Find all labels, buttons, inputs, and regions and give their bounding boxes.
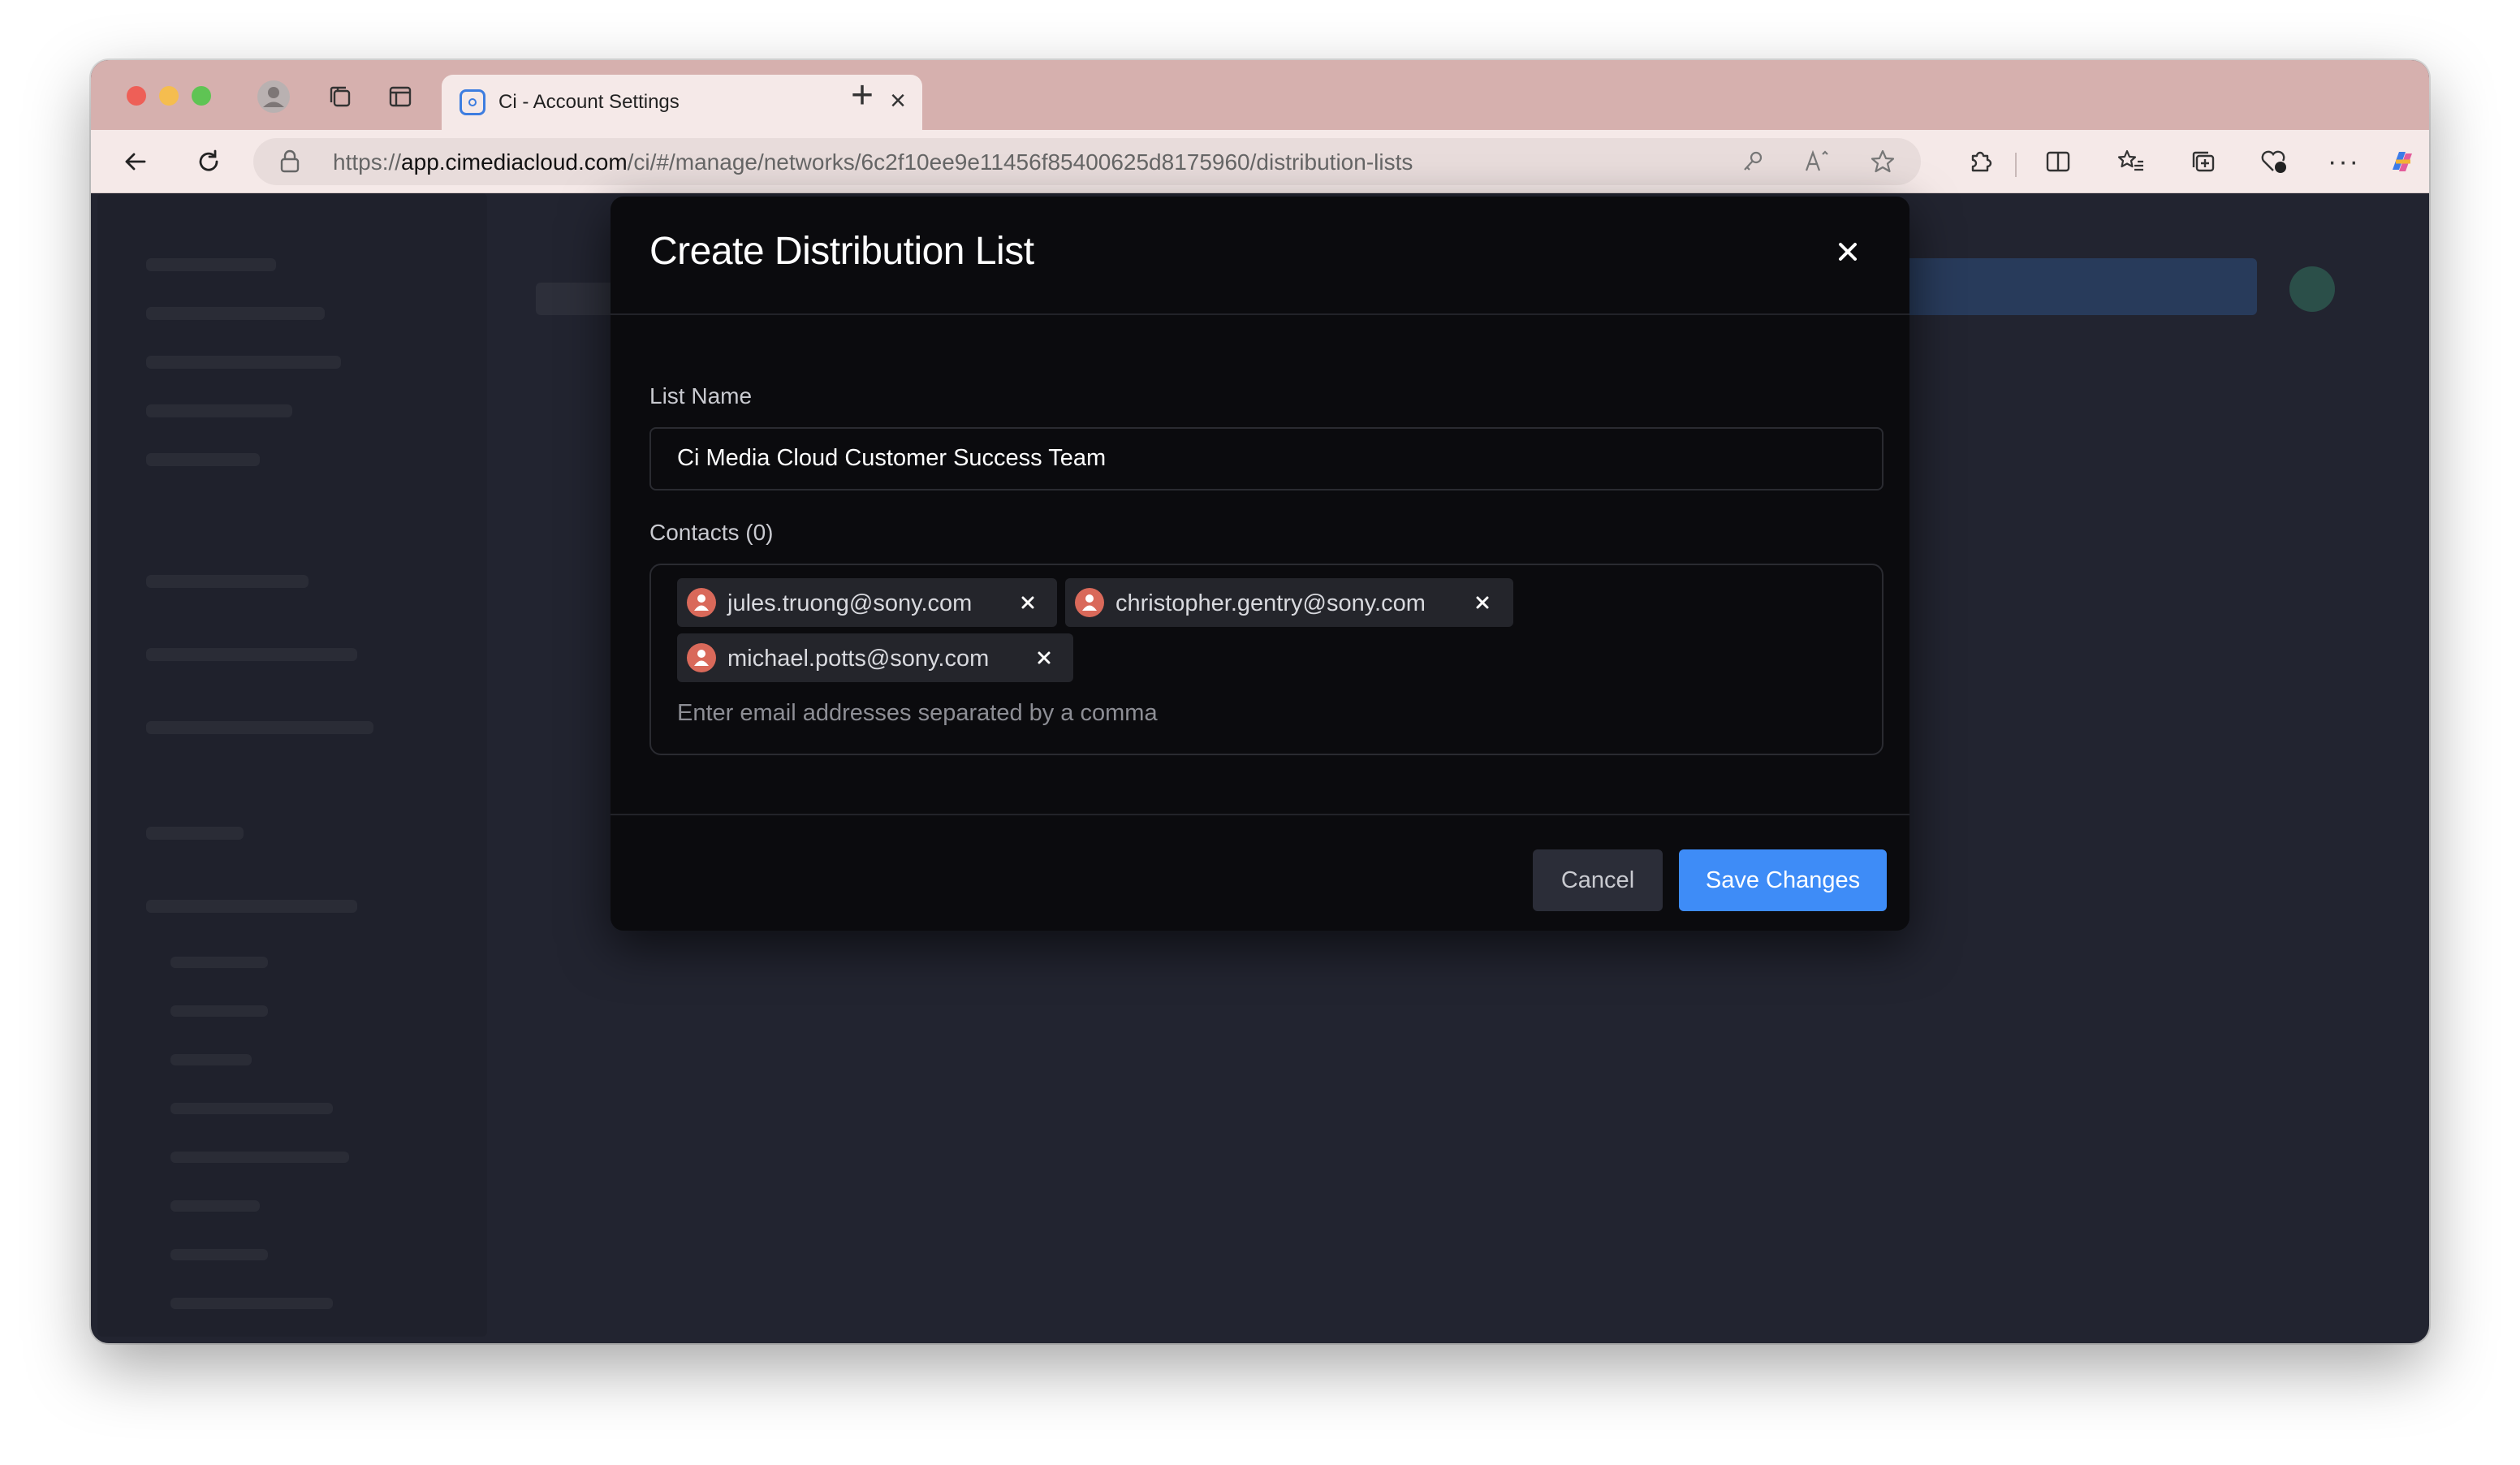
browser-window: Ci - Account Settings × + https://app.ci… — [91, 60, 2429, 1343]
minimize-window-button[interactable] — [159, 86, 179, 106]
browser-toolbar: https://app.cimediacloud.com/ci/#/manage… — [91, 130, 2429, 193]
performance-icon[interactable] — [2255, 143, 2293, 180]
zoom-window-button[interactable] — [192, 86, 211, 106]
copilot-icon[interactable] — [2384, 143, 2421, 180]
refresh-icon[interactable] — [190, 143, 227, 180]
close-icon[interactable] — [1832, 236, 1864, 268]
contact-chip: michael.potts@sony.com — [677, 633, 1073, 682]
user-icon — [1075, 588, 1104, 617]
background-nav-item — [170, 1103, 333, 1114]
extensions-icon[interactable] — [1961, 143, 1999, 180]
lock-icon[interactable] — [279, 149, 300, 178]
remove-contact-icon[interactable] — [1033, 646, 1055, 669]
list-name-label: List Name — [649, 383, 753, 408]
favorites-icon[interactable] — [2112, 143, 2150, 180]
background-avatar — [2289, 266, 2335, 312]
remove-contact-icon[interactable] — [1016, 591, 1039, 614]
footer-divider — [611, 814, 1909, 815]
create-distribution-list-modal: Create Distribution List List Name Ci Me… — [611, 197, 1909, 931]
background-nav-item — [146, 827, 244, 840]
contact-email: christopher.gentry@sony.com — [1115, 590, 1426, 616]
contacts-label: Contacts (0) — [649, 520, 774, 545]
background-nav-item — [146, 356, 341, 369]
background-nav-item — [146, 721, 373, 734]
list-name-input[interactable]: Ci Media Cloud Customer Success Team — [649, 427, 1884, 490]
background-nav-item — [170, 1249, 268, 1260]
background-nav-item — [146, 453, 260, 466]
save-changes-button[interactable]: Save Changes — [1679, 849, 1887, 911]
contact-chip: jules.truong@sony.com — [677, 578, 1057, 627]
url-text: https://app.cimediacloud.com/ci/#/manage… — [333, 149, 1413, 175]
toolbar-divider — [2015, 153, 2017, 177]
contact-email: michael.potts@sony.com — [727, 646, 990, 672]
url-path: /ci/#/manage/networks/6c2f10ee9e11456f85… — [627, 149, 1413, 175]
background-nav-item — [170, 1200, 260, 1212]
list-name-value: Ci Media Cloud Customer Success Team — [677, 445, 1107, 471]
background-nav-item — [170, 1298, 333, 1309]
split-screen-icon[interactable] — [2039, 143, 2077, 180]
collections-icon[interactable] — [2184, 143, 2221, 180]
close-icon[interactable]: × — [890, 84, 906, 117]
header-divider — [611, 313, 1909, 315]
background-nav-item — [170, 1054, 252, 1065]
cancel-button[interactable]: Cancel — [1533, 849, 1663, 911]
new-tab-icon[interactable]: + — [851, 73, 874, 119]
user-icon — [687, 643, 716, 672]
background-nav-item — [146, 307, 325, 320]
more-icon[interactable]: ··· — [2325, 143, 2362, 180]
url-host: app.cimediacloud.com — [401, 149, 628, 175]
background-nav-item — [146, 648, 357, 661]
contacts-input[interactable]: jules.truong@sony.com christopher.gentry… — [649, 564, 1884, 755]
background-nav-item — [170, 957, 268, 968]
background-nav-item — [146, 404, 292, 417]
user-icon — [687, 588, 716, 617]
favicon — [460, 89, 485, 115]
background-nav-item — [146, 258, 276, 271]
background-nav-item — [170, 1152, 349, 1163]
background-nav-item — [146, 575, 309, 588]
address-bar[interactable]: https://app.cimediacloud.com/ci/#/manage… — [253, 138, 1921, 185]
tab-strip: Ci - Account Settings × + — [91, 60, 2429, 130]
remove-contact-icon[interactable] — [1471, 591, 1494, 614]
background-nav-item — [146, 900, 357, 913]
profile-icon[interactable] — [255, 78, 292, 115]
workspaces-icon[interactable] — [321, 78, 359, 115]
modal-title: Create Distribution List — [649, 230, 1034, 273]
tab-actions-icon[interactable] — [382, 78, 419, 115]
background-primary-button — [1884, 258, 2257, 315]
back-icon[interactable] — [117, 143, 154, 180]
read-aloud-icon[interactable] — [1801, 145, 1835, 179]
contact-email: jules.truong@sony.com — [727, 590, 973, 616]
key-icon[interactable] — [1736, 145, 1770, 179]
close-window-button[interactable] — [127, 86, 146, 106]
contact-chip: christopher.gentry@sony.com — [1065, 578, 1513, 627]
url-scheme: https:// — [333, 149, 402, 175]
tab-title: Ci - Account Settings — [498, 91, 680, 113]
background-nav-item — [170, 1005, 268, 1017]
contacts-placeholder[interactable]: Enter email addresses separated by a com… — [677, 700, 1158, 727]
favorite-icon[interactable] — [1866, 145, 1900, 179]
